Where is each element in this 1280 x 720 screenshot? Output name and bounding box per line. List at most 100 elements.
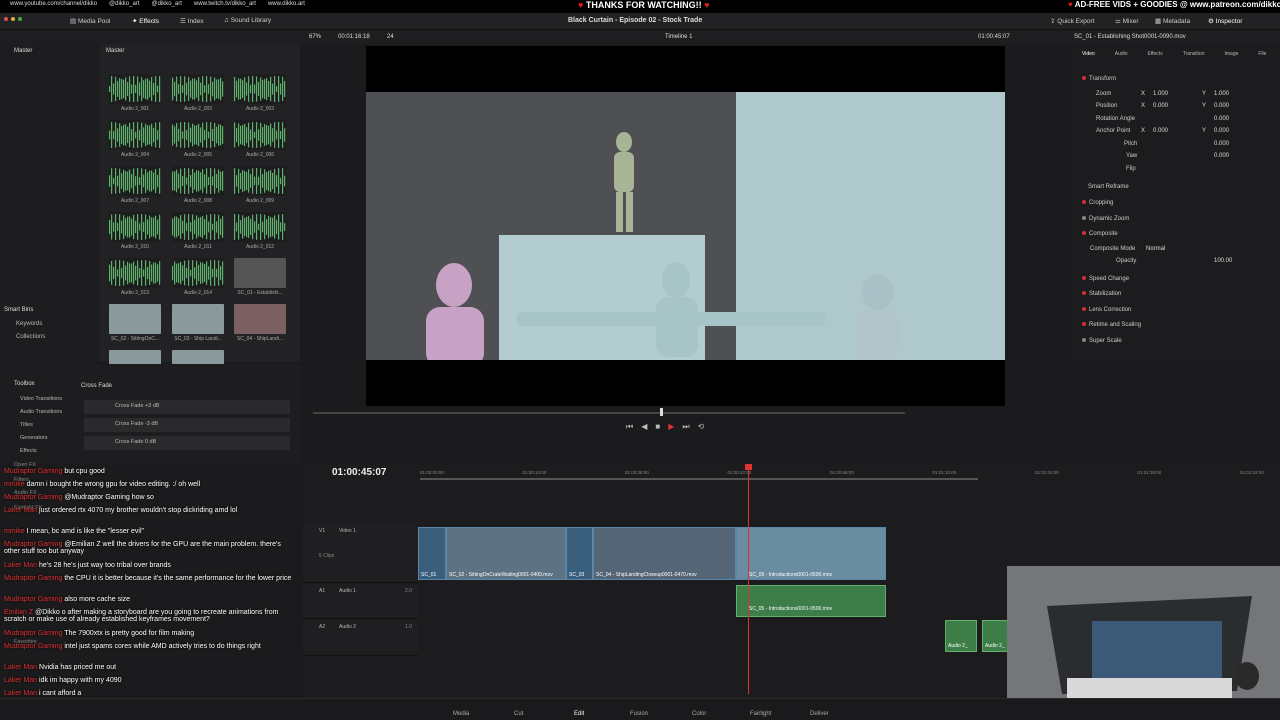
media-thumbnail[interactable] <box>172 258 224 288</box>
transition-item[interactable]: Cross Fade 0 dB <box>84 436 290 450</box>
transition-item[interactable]: Cross Fade -3 dB <box>84 418 290 432</box>
jump-end-icon[interactable]: ⏭ <box>682 422 697 431</box>
toolbox-header[interactable]: Toolbox <box>14 381 35 387</box>
media-thumbnail[interactable] <box>234 120 286 150</box>
tab-transition[interactable]: Transition <box>1183 51 1205 57</box>
loop-icon[interactable]: ⟲ <box>698 422 713 431</box>
position-y-value[interactable]: 0.000 <box>1214 103 1229 109</box>
mixer-button[interactable]: ⚌ Mixer <box>1115 17 1139 25</box>
media-thumbnail[interactable] <box>109 212 161 242</box>
media-thumbnail[interactable] <box>234 212 286 242</box>
nav-page-media[interactable]: Media <box>453 711 469 717</box>
anchor-x-value[interactable]: 0.000 <box>1153 128 1168 134</box>
viewer-scrubber[interactable] <box>313 412 905 414</box>
smart-bin-collections[interactable]: Collections <box>16 334 45 340</box>
section-speed-change[interactable]: Speed Change <box>1082 276 1129 282</box>
video-clip-sc02[interactable]: SC_02 - SittingOnCrateWaiting0001-0400.m… <box>446 527 566 580</box>
zoom-level[interactable]: 67% <box>309 34 321 40</box>
transition-item[interactable]: Cross Fade +3 dB <box>84 400 290 414</box>
section-retime-scaling[interactable]: Retime and Scaling <box>1082 322 1141 328</box>
metadata-button[interactable]: ▦ Metadata <box>1155 17 1190 25</box>
toolbox-item[interactable]: Titles <box>20 422 33 428</box>
media-thumbnail[interactable] <box>234 304 286 334</box>
audio-clip-sc05[interactable]: SC_05 - Introductions0001-0500.mov <box>736 585 886 617</box>
close-icon[interactable] <box>4 17 8 22</box>
audio-clip-a2-2[interactable]: Audio 2_ <box>982 620 1008 652</box>
media-thumbnail[interactable] <box>172 166 224 196</box>
nav-page-deliver[interactable]: Deliver <box>810 711 829 717</box>
maximize-icon[interactable] <box>18 17 22 22</box>
tab-file[interactable]: File <box>1258 51 1266 57</box>
media-thumbnail[interactable] <box>234 74 286 104</box>
section-dynamic-zoom[interactable]: Dynamic Zoom <box>1082 216 1129 222</box>
media-thumbnail[interactable] <box>234 258 286 288</box>
position-x-value[interactable]: 0.000 <box>1153 103 1168 109</box>
sound-library-button[interactable]: ♫ Sound Library <box>224 17 271 24</box>
inspector-button[interactable]: ⚙ Inspector <box>1208 17 1242 25</box>
media-thumbnail[interactable] <box>109 166 161 196</box>
toolbox-item[interactable]: Video Transitions <box>20 396 62 402</box>
zoom-x-value[interactable]: 1.000 <box>1153 91 1168 97</box>
tab-audio[interactable]: Audio <box>1115 51 1128 57</box>
section-transform[interactable]: Transform <box>1082 76 1116 82</box>
nav-page-fusion[interactable]: Fusion <box>630 711 648 717</box>
index-button[interactable]: ☰ Index <box>180 17 204 25</box>
opacity-value[interactable]: 100.00 <box>1214 258 1232 264</box>
section-composite[interactable]: Composite <box>1082 231 1118 237</box>
nav-page-edit[interactable]: Edit <box>574 711 584 717</box>
video-clip-sc01[interactable]: SC_01 <box>418 527 446 580</box>
media-thumbnail[interactable] <box>172 120 224 150</box>
toolbox-item[interactable]: Generators <box>20 435 48 441</box>
pitch-value[interactable]: 0.000 <box>1214 141 1229 147</box>
nav-page-color[interactable]: Color <box>692 711 706 717</box>
media-pool-button[interactable]: ▤ Media Pool <box>70 17 110 25</box>
section-stabilization[interactable]: Stabilization <box>1082 291 1121 297</box>
zoom-y-value[interactable]: 1.000 <box>1214 91 1229 97</box>
media-thumbnail[interactable] <box>172 304 224 334</box>
anchor-y-value[interactable]: 0.000 <box>1214 128 1229 134</box>
window-controls[interactable] <box>4 16 25 23</box>
section-lens-correction[interactable]: Lens Correction <box>1082 307 1131 313</box>
media-thumbnail[interactable] <box>172 212 224 242</box>
timeline-playhead[interactable] <box>748 466 749 694</box>
nav-page-fairlight[interactable]: Fairlight <box>750 711 771 717</box>
effects-button[interactable]: ✦ Effects <box>132 17 159 25</box>
rotation-value[interactable]: 0.000 <box>1214 116 1229 122</box>
audio-clip-a2-1[interactable]: Audio 2_ <box>945 620 977 652</box>
track-header-v1[interactable]: V1 Video 1 5 Clips <box>303 523 418 583</box>
stop-icon[interactable]: ■ <box>655 422 668 431</box>
yaw-value[interactable]: 0.000 <box>1214 153 1229 159</box>
tab-video[interactable]: Video <box>1082 51 1095 57</box>
toolbox-item[interactable]: Effects <box>20 448 37 454</box>
section-smart-reframe[interactable]: Smart Reframe <box>1088 184 1129 190</box>
jump-start-icon[interactable]: ⏮ <box>626 422 641 431</box>
section-cropping[interactable]: Cropping <box>1082 200 1113 206</box>
playhead-handle[interactable] <box>745 464 752 470</box>
timeline-range-bar[interactable] <box>420 478 978 480</box>
quick-export-button[interactable]: ⇪ Quick Export <box>1050 17 1094 25</box>
media-thumbnail[interactable] <box>109 120 161 150</box>
smart-bin-keywords[interactable]: Keywords <box>16 321 42 327</box>
tab-effects[interactable]: Effects <box>1148 51 1163 57</box>
media-thumbnail[interactable] <box>234 166 286 196</box>
media-thumbnail[interactable] <box>172 74 224 104</box>
timeline-name[interactable]: Timeline 1 <box>665 34 692 40</box>
media-thumbnail[interactable] <box>109 304 161 334</box>
play-icon[interactable]: ▶ <box>668 422 682 431</box>
track-header-a2[interactable]: A2 Audio 2 1.0 <box>303 620 418 656</box>
reverse-icon[interactable]: ◀ <box>641 422 655 431</box>
toolbox-item[interactable]: Audio Transitions <box>20 409 62 415</box>
media-thumbnail[interactable] <box>109 74 161 104</box>
section-super-scale[interactable]: Super Scale <box>1082 338 1122 344</box>
video-clip-sc03[interactable]: SC_03 <box>566 527 593 580</box>
bin-master[interactable]: Master <box>14 48 32 54</box>
minimize-icon[interactable] <box>11 17 15 22</box>
viewer-playhead[interactable] <box>660 408 663 416</box>
video-clip-sc04[interactable]: SC_04 - ShipLandingCloseup0001-0470.mov <box>593 527 736 580</box>
tab-image[interactable]: Image <box>1224 51 1238 57</box>
media-thumbnail[interactable] <box>109 258 161 288</box>
composite-mode-select[interactable]: Normal <box>1146 246 1165 252</box>
track-header-a1[interactable]: A1 Audio 1 2.0 <box>303 584 418 619</box>
video-clip-sc05[interactable]: SC_05 - Introductions0001-0500.mov <box>736 527 886 580</box>
nav-page-cut[interactable]: Cut <box>514 711 523 717</box>
